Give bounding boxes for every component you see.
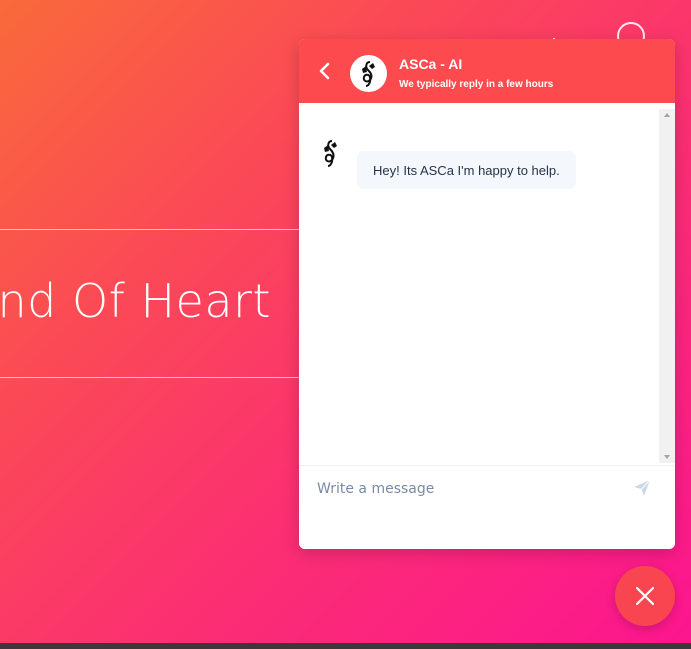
close-icon [635,586,655,606]
chat-header: ASCa - AI We typically reply in a few ho… [299,39,675,103]
close-chat-button[interactable] [615,566,675,626]
send-button[interactable] [632,478,652,498]
chat-subtitle: We typically reply in a few hours [399,79,554,90]
message-list[interactable]: Hey! Its ASCa I'm happy to help. [299,103,675,465]
scroll-down-icon[interactable] [664,455,670,459]
treble-clef-logo-icon [324,140,337,167]
chat-widget: ASCa - AI We typically reply in a few ho… [299,39,675,549]
taskbar-edge [0,643,691,649]
scrollbar[interactable] [659,109,675,463]
treble-clef-logo-icon [361,60,375,87]
message-composer [299,465,675,549]
chevron-left-icon [319,62,330,80]
scroll-up-icon[interactable] [664,113,670,117]
avatar [350,55,387,92]
chat-title: ASCa - AI [399,56,463,72]
hero-divider-bottom [0,377,300,378]
hero-heading: und Of Heart [0,274,271,328]
message-input[interactable] [317,478,617,500]
paper-plane-icon [634,479,651,496]
hero-divider-top [0,229,300,230]
bot-avatar [321,139,341,169]
back-button[interactable] [317,61,333,81]
bot-message: Hey! Its ASCa I'm happy to help. [357,151,576,189]
